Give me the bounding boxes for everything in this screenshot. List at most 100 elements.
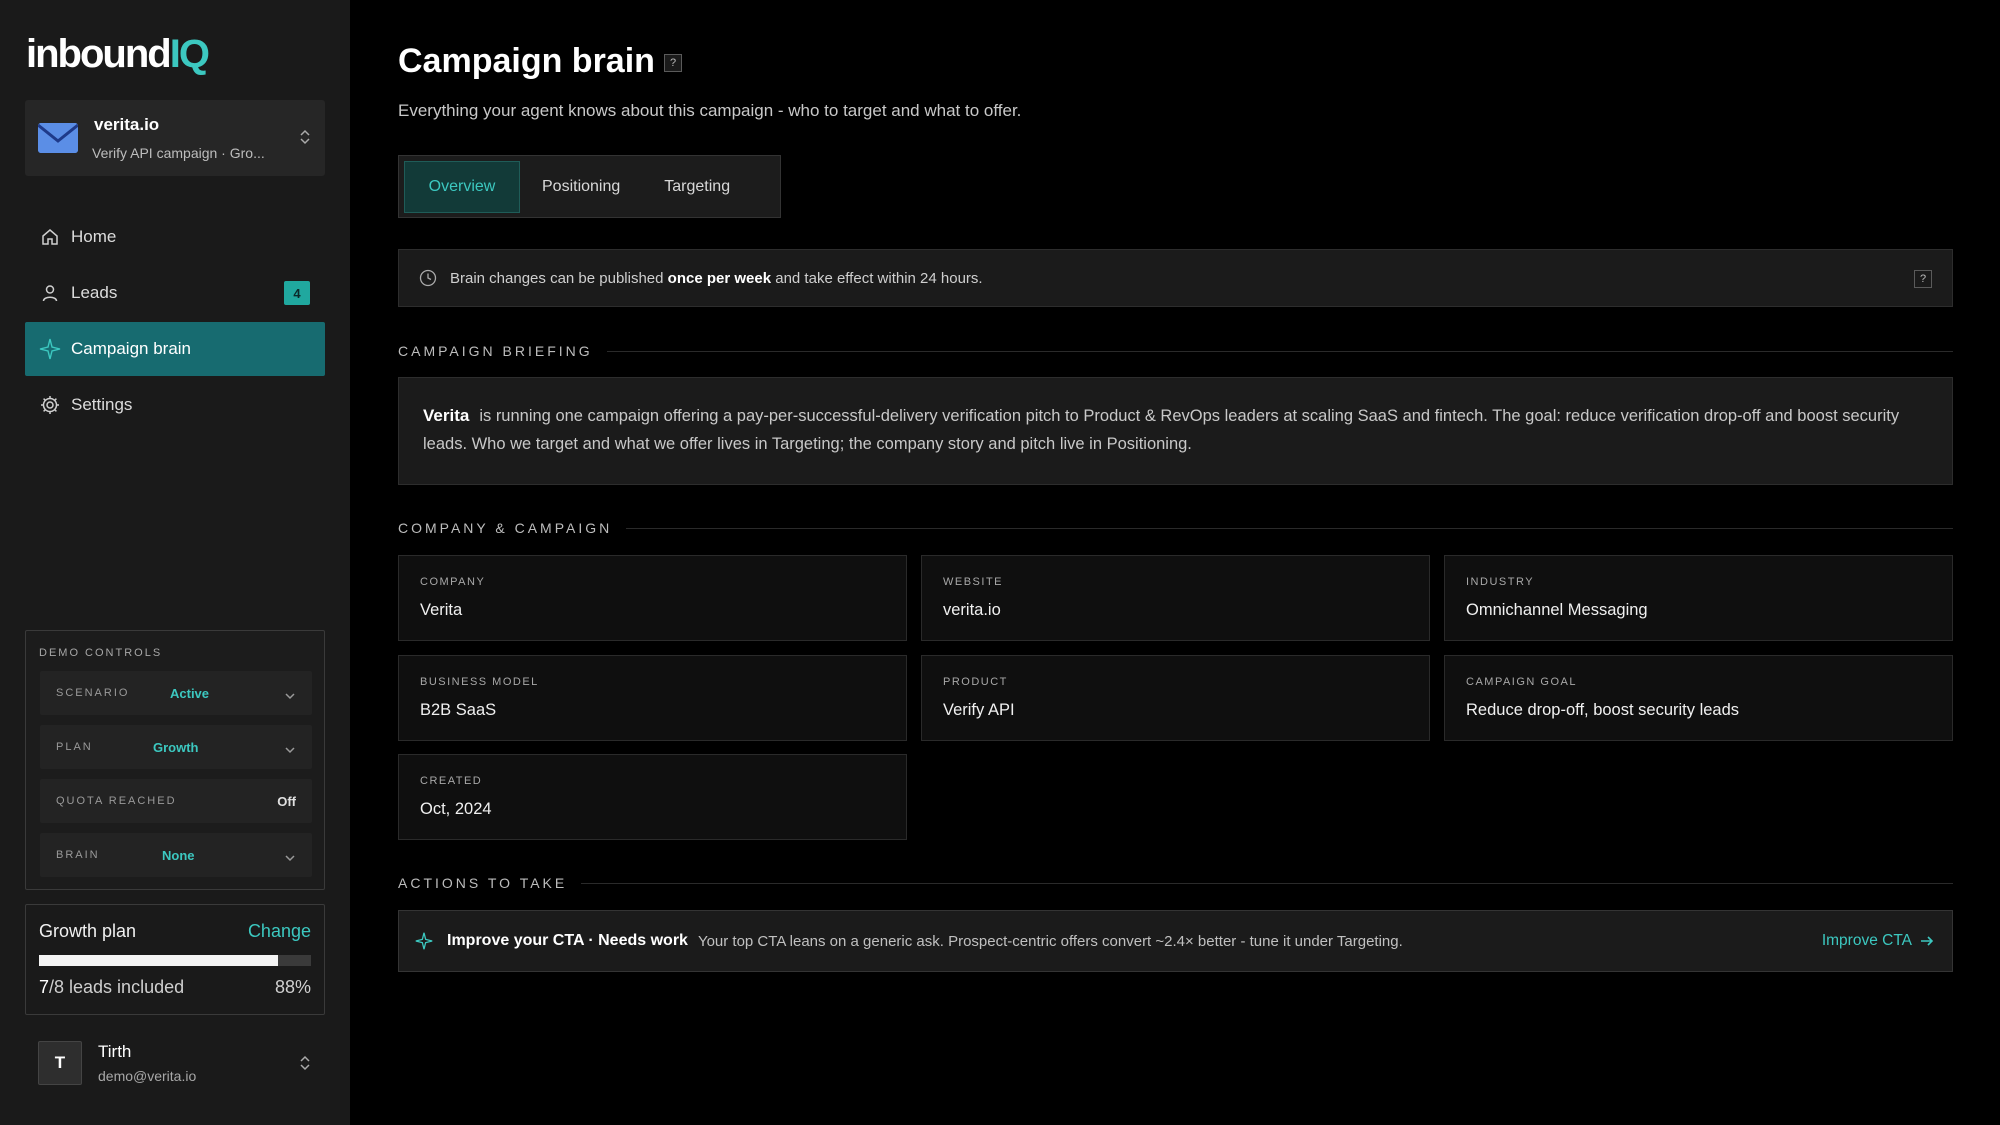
nav-item-leads[interactable]: Leads 4 bbox=[25, 266, 325, 320]
quota-reached-value: Off bbox=[277, 793, 296, 809]
nav-item-label: Leads bbox=[71, 283, 118, 302]
field-value: Omnichannel Messaging bbox=[1466, 601, 1648, 619]
field-label: WEBSITE bbox=[943, 576, 1004, 588]
action-description: Your top CTA leans on a generic ask. Pro… bbox=[697, 932, 1403, 950]
chevron-down-icon bbox=[284, 687, 296, 705]
quota-reached-toggle[interactable]: QUOTA REACHED Off bbox=[40, 779, 312, 823]
plan-label: PLAN bbox=[56, 741, 93, 753]
chevron-down-icon bbox=[284, 741, 296, 759]
change-plan-link[interactable]: Change bbox=[248, 921, 311, 942]
tab-bar: Overview Positioning Targeting bbox=[398, 155, 781, 218]
tab-positioning[interactable]: Positioning bbox=[520, 161, 642, 213]
field-card-campaign-goal: CAMPAIGN GOAL Reduce drop-off, boost sec… bbox=[1444, 655, 1953, 741]
user-menu[interactable]: T Tirth demo@verita.io bbox=[25, 1030, 325, 1096]
quota-reached-label: QUOTA REACHED bbox=[56, 795, 177, 807]
section-heading-actions: ACTIONS TO TAKE bbox=[398, 875, 1953, 891]
field-card-company: COMPANY Verita bbox=[398, 555, 907, 641]
scenario-label: SCENARIO bbox=[56, 687, 130, 699]
notice-text-after: and take effect within 24 hours. bbox=[775, 269, 983, 287]
nav-item-campaign-brain[interactable]: Campaign brain bbox=[25, 322, 325, 376]
clock-icon bbox=[419, 269, 437, 287]
section-heading-text: COMPANY & CAMPAIGN bbox=[398, 520, 613, 536]
main-nav: Home Leads 4 Campaign brain Settings bbox=[25, 210, 325, 434]
plan-usage-percent: 88% bbox=[274, 977, 311, 997]
field-value: Verita bbox=[420, 601, 463, 619]
field-value: verita.io bbox=[943, 601, 1001, 619]
plan-value: Growth bbox=[153, 739, 199, 755]
workspace-subtitle: Verify API campaign · Gro... bbox=[92, 145, 265, 161]
brain-label: BRAIN bbox=[56, 849, 100, 861]
field-value: Reduce drop-off, boost security leads bbox=[1466, 701, 1740, 719]
sidebar: inbound IQ verita.io Verify API campaign … bbox=[0, 0, 350, 1125]
field-card-industry: INDUSTRY Omnichannel Messaging bbox=[1444, 555, 1953, 641]
nav-item-home[interactable]: Home bbox=[25, 210, 325, 264]
nav-item-settings[interactable]: Settings bbox=[25, 378, 325, 432]
help-icon[interactable]: ? bbox=[1914, 270, 1932, 288]
plan-usage-card: Growth plan Change 7/8 leads included 88… bbox=[25, 904, 325, 1015]
field-card-business-model: BUSINESS MODEL B2B SaaS bbox=[398, 655, 907, 741]
user-email: demo@verita.io bbox=[98, 1068, 197, 1084]
sparkle-icon bbox=[39, 338, 61, 360]
nav-item-label: Home bbox=[71, 227, 117, 246]
logo[interactable]: inbound IQ bbox=[26, 31, 210, 76]
page-title: Campaign brain bbox=[398, 42, 655, 80]
logo-accent-text: IQ bbox=[169, 31, 210, 76]
field-card-product: PRODUCT Verify API bbox=[921, 655, 1430, 741]
divider bbox=[606, 350, 1953, 352]
divider bbox=[581, 882, 1953, 884]
chevron-updown-icon bbox=[299, 128, 311, 151]
field-label: CAMPAIGN GOAL bbox=[1466, 676, 1577, 688]
user-icon bbox=[39, 282, 61, 304]
arrow-right-icon bbox=[1920, 935, 1934, 947]
chevron-down-icon bbox=[284, 849, 296, 867]
workspace-switcher[interactable]: verita.io Verify API campaign · Gro... bbox=[25, 100, 325, 176]
action-title: Improve your CTA · Needs work bbox=[447, 932, 688, 949]
field-value: Oct, 2024 bbox=[420, 800, 492, 818]
field-value: B2B SaaS bbox=[420, 701, 497, 719]
field-card-created: CREATED Oct, 2024 bbox=[398, 754, 907, 840]
avatar: T bbox=[38, 1041, 82, 1085]
tab-targeting[interactable]: Targeting bbox=[642, 161, 752, 213]
field-label: CREATED bbox=[420, 775, 483, 787]
main-content: Campaign brain ? Everything your agent k… bbox=[350, 0, 2000, 1112]
field-label: BUSINESS MODEL bbox=[420, 676, 539, 688]
home-icon bbox=[39, 226, 61, 248]
nav-item-label: Campaign brain bbox=[71, 339, 192, 358]
page-subtitle: Everything your agent knows about this c… bbox=[398, 101, 1022, 120]
section-heading-company: COMPANY & CAMPAIGN bbox=[398, 520, 1953, 536]
briefing-text: is running one campaign offering a pay-p… bbox=[423, 407, 1900, 453]
workspace-name: verita.io bbox=[94, 115, 160, 134]
demo-controls-title: DEMO CONTROLS bbox=[39, 647, 163, 659]
plan-select[interactable]: PLAN Growth bbox=[40, 725, 312, 769]
plan-title: Growth plan bbox=[39, 921, 137, 941]
notice-text-before: Brain changes can be published bbox=[450, 269, 664, 287]
section-heading-text: ACTIONS TO TAKE bbox=[398, 875, 568, 891]
improve-cta-label: Improve CTA bbox=[1821, 932, 1912, 949]
user-name: Tirth bbox=[98, 1042, 132, 1061]
field-label: COMPANY bbox=[420, 576, 486, 588]
logo-text: inbound bbox=[26, 31, 172, 76]
demo-controls-panel: DEMO CONTROLS SCENARIO Active PLAN Growt… bbox=[25, 630, 325, 890]
scenario-select[interactable]: SCENARIO Active bbox=[40, 671, 312, 715]
brain-value: None bbox=[162, 847, 195, 863]
publish-notice: Brain changes can be published once per … bbox=[398, 249, 1953, 307]
help-icon[interactable]: ? bbox=[664, 54, 682, 72]
sparkle-icon bbox=[415, 932, 433, 950]
campaign-briefing: Verita is running one campaign offering a… bbox=[398, 377, 1953, 485]
chevron-updown-icon bbox=[299, 1054, 311, 1077]
brain-select[interactable]: BRAIN None bbox=[40, 833, 312, 877]
leads-count-badge: 4 bbox=[284, 281, 310, 305]
tab-overview[interactable]: Overview bbox=[404, 160, 520, 213]
plan-usage-progress-bar bbox=[39, 955, 311, 966]
plan-leads-used: 7 bbox=[39, 977, 50, 997]
improve-cta-link[interactable]: Improve CTA bbox=[1822, 932, 1934, 950]
plan-usage-progress-fill bbox=[39, 955, 279, 966]
divider bbox=[626, 527, 1953, 529]
notice-text-bold: once per week bbox=[667, 269, 772, 287]
action-item: Improve your CTA · Needs work Your top C… bbox=[398, 910, 1953, 972]
nav-item-label: Settings bbox=[71, 395, 133, 414]
scenario-value: Active bbox=[170, 685, 210, 701]
field-label: PRODUCT bbox=[943, 676, 1008, 688]
plan-leads-total: /8 leads included bbox=[49, 977, 185, 997]
gear-icon bbox=[39, 394, 61, 416]
